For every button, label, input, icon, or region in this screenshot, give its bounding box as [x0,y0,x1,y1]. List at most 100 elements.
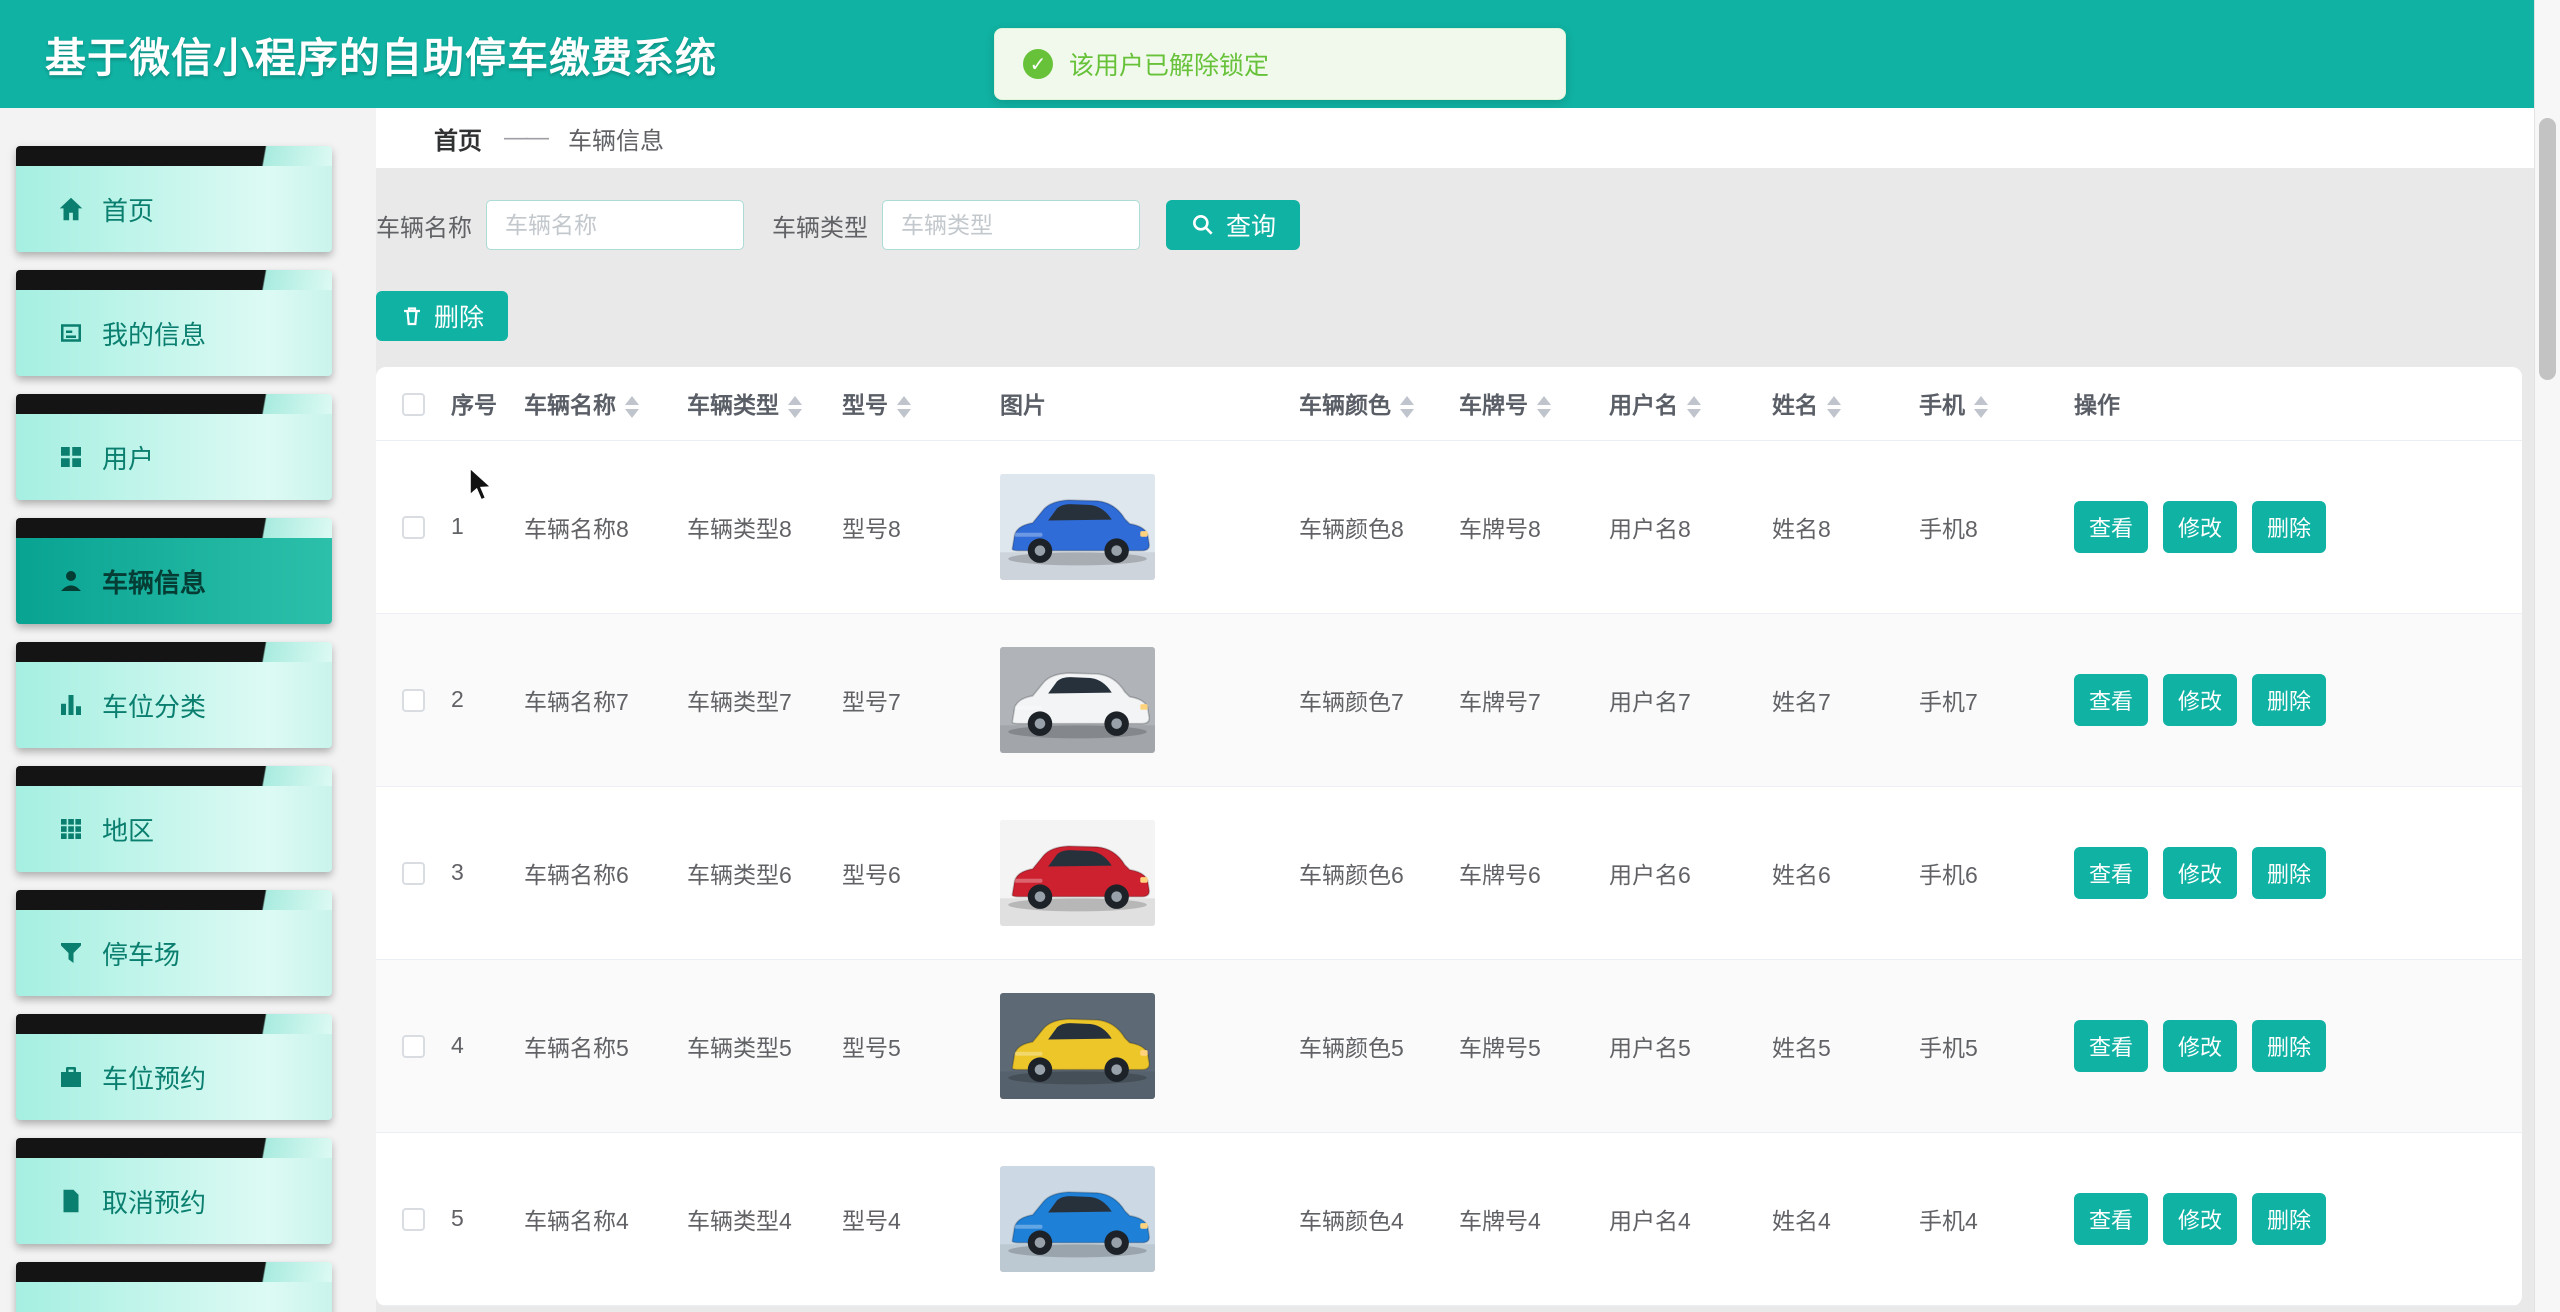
row-checkbox[interactable] [402,862,425,885]
breadcrumb-current: 车辆信息 [568,121,664,156]
success-toast: ✓ 该用户已解除锁定 [994,28,1566,100]
sort-caret-icon[interactable] [1537,396,1551,418]
sidebar-item-2[interactable]: 我的信息 [16,270,332,376]
delete-row-button[interactable]: 删除 [2252,1020,2326,1072]
row-checkbox[interactable] [402,1035,425,1058]
cell-username: 用户名6 [1601,786,1764,959]
vehicle-table: 序号车辆名称车辆类型型号图片车辆颜色车牌号用户名姓名手机操作 1车辆名称8车辆类… [376,367,2522,1306]
vehicle-name-input[interactable] [486,200,744,250]
cell-image [992,613,1291,786]
row-checkbox[interactable] [402,1208,425,1231]
view-button[interactable]: 查看 [2074,847,2148,899]
toast-message: 该用户已解除锁定 [1069,46,1269,82]
delete-row-button[interactable]: 删除 [2252,847,2326,899]
view-button[interactable]: 查看 [2074,1193,2148,1245]
cell-model: 型号5 [834,959,992,1132]
column-header-type[interactable]: 车辆类型 [679,367,834,440]
vehicle-table-card: 序号车辆名称车辆类型型号图片车辆颜色车牌号用户名姓名手机操作 1车辆名称8车辆类… [376,367,2522,1306]
edit-button[interactable]: 修改 [2163,1020,2237,1072]
cell-color: 车辆颜色7 [1291,613,1451,786]
view-button[interactable]: 查看 [2074,674,2148,726]
cell-index: 1 [443,440,516,613]
column-label: 序号 [451,392,497,418]
menu-item-ribbon [16,1138,332,1158]
sidebar-item-5[interactable]: 车位分类 [16,642,332,748]
column-header-username[interactable]: 用户名 [1601,367,1764,440]
sidebar-item-label: 车辆信息 [102,563,206,600]
menu-item-body: 停车信息 [16,1282,332,1312]
sidebar-item-4[interactable]: 车辆信息 [16,518,332,624]
sort-caret-icon[interactable] [1827,396,1841,418]
delete-row-button[interactable]: 删除 [2252,674,2326,726]
column-header-select [376,367,443,440]
cell-username: 用户名5 [1601,959,1764,1132]
menu-item-body: 取消预约 [16,1158,332,1244]
edit-button[interactable]: 修改 [2163,501,2237,553]
column-header-plate[interactable]: 车牌号 [1451,367,1601,440]
sort-caret-icon[interactable] [897,396,911,418]
sidebar-item-8[interactable]: 车位预约 [16,1014,332,1120]
sidebar-item-1[interactable]: 首页 [16,146,332,252]
delete-row-button[interactable]: 删除 [2252,501,2326,553]
menu-item-ribbon [16,518,332,538]
search-icon [1190,212,1216,238]
car-illustration [1000,993,1155,1099]
delete-row-button[interactable]: 删除 [2252,1193,2326,1245]
column-label: 用户名 [1609,392,1678,418]
sort-caret-icon[interactable] [625,396,639,418]
delete-button-label: 删除 [434,298,484,334]
row-actions: 查看修改删除 [2074,501,2514,553]
column-header-color[interactable]: 车辆颜色 [1291,367,1451,440]
sidebar-item-3[interactable]: 用户 [16,394,332,500]
page-scrollbar[interactable] [2534,0,2560,1312]
edit-button[interactable]: 修改 [2163,847,2237,899]
delete-button[interactable]: 删除 [376,291,508,341]
view-button[interactable]: 查看 [2074,1020,2148,1072]
row-actions: 查看修改删除 [2074,847,2514,899]
parking-category-icon [56,690,86,720]
sidebar-item-9[interactable]: 取消预约 [16,1138,332,1244]
vehicle-type-input[interactable] [882,200,1140,250]
column-label: 车辆名称 [524,392,616,418]
sidebar-item-7[interactable]: 停车场 [16,890,332,996]
column-header-name[interactable]: 车辆名称 [516,367,679,440]
sidebar-item-label: 停车信息 [102,1307,206,1312]
column-header-realname[interactable]: 姓名 [1764,367,1911,440]
row-checkbox[interactable] [402,516,425,539]
column-label: 姓名 [1772,392,1818,418]
column-label: 车辆颜色 [1299,392,1391,418]
scrollbar-thumb[interactable] [2539,118,2556,380]
sidebar-item-label: 停车场 [102,935,180,972]
sidebar-item-10[interactable]: 停车信息 [16,1262,332,1312]
view-button[interactable]: 查看 [2074,501,2148,553]
search-button[interactable]: 查询 [1166,200,1300,250]
cell-name: 车辆名称4 [516,1132,679,1305]
cell-name: 车辆名称5 [516,959,679,1132]
sort-caret-icon[interactable] [1687,396,1701,418]
cancel-reservation-icon [56,1186,86,1216]
cell-name: 车辆名称6 [516,786,679,959]
row-checkbox[interactable] [402,689,425,712]
cell-index: 2 [443,613,516,786]
menu-item-body: 我的信息 [16,290,332,376]
select-all-checkbox[interactable] [402,393,425,416]
cell-actions: 查看修改删除 [2066,1132,2522,1305]
column-header-phone[interactable]: 手机 [1911,367,2066,440]
cell-phone: 手机7 [1911,613,2066,786]
edit-button[interactable]: 修改 [2163,1193,2237,1245]
edit-button[interactable]: 修改 [2163,674,2237,726]
sidebar-item-label: 我的信息 [102,315,206,352]
cell-phone: 手机5 [1911,959,2066,1132]
cell-actions: 查看修改删除 [2066,786,2522,959]
menu-item-body: 首页 [16,166,332,252]
sort-caret-icon[interactable] [1974,396,1988,418]
cell-phone: 手机6 [1911,786,2066,959]
column-header-model[interactable]: 型号 [834,367,992,440]
sort-caret-icon[interactable] [788,396,802,418]
breadcrumb-home[interactable]: 首页 [434,121,482,156]
menu-item-ribbon [16,146,332,166]
region-icon [56,814,86,844]
cell-actions: 查看修改删除 [2066,440,2522,613]
sort-caret-icon[interactable] [1400,396,1414,418]
sidebar-item-6[interactable]: 地区 [16,766,332,872]
